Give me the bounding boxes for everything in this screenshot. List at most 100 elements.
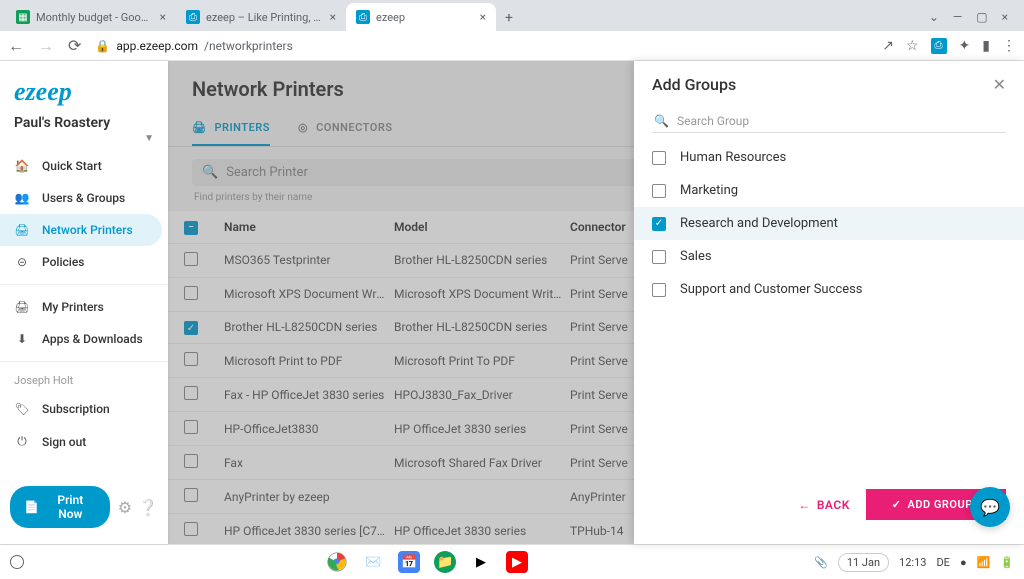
search-icon: 🔍 — [654, 114, 669, 128]
calendar-icon[interactable]: 📅 — [398, 551, 420, 573]
sidebar-item-users-groups[interactable]: 👥 Users & Groups — [0, 182, 168, 214]
users-icon: 👥 — [14, 191, 30, 205]
share-icon[interactable]: ↗ — [882, 38, 894, 54]
chat-icon: 💬 — [980, 498, 1000, 517]
close-icon[interactable]: × — [1002, 10, 1008, 24]
printer-icon: 🖨 — [14, 223, 30, 237]
taskbar-date[interactable]: 11 Jan — [838, 553, 889, 572]
play-store-icon[interactable]: ▶ — [470, 551, 492, 573]
chat-bubble[interactable]: 💬 — [970, 487, 1010, 527]
logo: ezeep — [0, 69, 168, 111]
sidebar-item-label: Sign out — [42, 435, 86, 449]
arrow-left-icon: ← — [798, 498, 811, 512]
divider — [0, 361, 168, 362]
back-label: BACK — [817, 498, 850, 512]
browser-tab-strip: ▦ Monthly budget - Google Sheets × ⎙ eze… — [0, 0, 1024, 31]
gmail-icon[interactable]: ✉️ — [362, 551, 384, 573]
home-icon: 🏠 — [14, 159, 30, 173]
close-icon[interactable]: ✕ — [993, 75, 1006, 94]
group-label: Human Resources — [680, 150, 786, 165]
tab-title: ezeep – Like Printing, Just Bette — [206, 11, 324, 24]
taskbar: ✉️ 📅 📁 ▶ ▶ 📎 11 Jan 12:13 DE ● 📶 🔋 — [0, 544, 1024, 579]
url-box[interactable]: 🔒 app.ezeep.com/networkprinters — [91, 39, 872, 53]
taskbar-lang[interactable]: DE — [936, 556, 949, 569]
battery-icon[interactable]: 🔋 — [1000, 556, 1014, 569]
close-icon[interactable]: × — [160, 10, 166, 24]
sidebar-item-policies[interactable]: ⊝ Policies — [0, 246, 168, 278]
lock-icon: 🔒 — [95, 39, 110, 53]
org-dropdown[interactable]: ▼ — [0, 133, 168, 150]
group-item[interactable]: ✓Research and Development — [634, 207, 1024, 240]
group-checkbox[interactable]: ✓ — [652, 217, 666, 231]
files-icon[interactable]: 📁 — [434, 551, 456, 573]
sidebar-item-network-printers[interactable]: 🖨 Network Printers — [0, 214, 162, 246]
sheets-favicon: ▦ — [16, 10, 30, 24]
group-search-input[interactable]: 🔍 Search Group — [652, 110, 1006, 133]
close-icon[interactable]: × — [480, 10, 486, 24]
reload-icon[interactable]: ⟳ — [68, 36, 81, 55]
close-icon[interactable]: × — [330, 10, 336, 24]
sidebar-item-label: Users & Groups — [42, 191, 125, 205]
sidebar-item-label: Network Printers — [42, 223, 133, 237]
check-icon: ✓ — [892, 498, 902, 511]
download-icon: ⬇ — [14, 332, 30, 346]
group-checkbox[interactable] — [652, 151, 666, 165]
group-label: Sales — [680, 249, 712, 264]
divider — [0, 284, 168, 285]
gear-icon[interactable]: ⚙ — [118, 498, 132, 517]
printer-icon: 🖨 — [14, 300, 30, 314]
new-tab-button[interactable]: + — [496, 5, 522, 31]
tab-title: ezeep — [376, 11, 474, 24]
user-name-label: Joseph Holt — [0, 368, 168, 393]
bookmarks-icon[interactable]: ▮ — [982, 38, 990, 54]
help-icon[interactable]: ❔ — [138, 498, 158, 517]
sidebar-item-label: Subscription — [42, 402, 110, 416]
chrome-icon[interactable] — [326, 551, 348, 573]
url-host: app.ezeep.com — [116, 39, 198, 53]
toggle-icon: ⊝ — [14, 255, 30, 269]
sidebar: ezeep Paul's Roastery ▼ 🏠 Quick Start 👥 … — [0, 61, 168, 544]
forward-icon[interactable]: → — [38, 36, 54, 56]
back-button[interactable]: ← BACK — [798, 498, 849, 512]
puzzle-icon[interactable]: ✦ — [959, 38, 971, 54]
tray-icon[interactable]: 📎 — [814, 556, 828, 569]
sidebar-item-sign-out[interactable]: ⏻ Sign out — [0, 425, 168, 458]
group-item[interactable]: Human Resources — [634, 141, 1024, 174]
star-icon[interactable]: ☆ — [906, 38, 919, 54]
group-checkbox[interactable] — [652, 184, 666, 198]
ezeep-favicon: ⎙ — [356, 10, 370, 24]
browser-tab[interactable]: ▦ Monthly budget - Google Sheets × — [6, 3, 176, 31]
taskbar-time[interactable]: 12:13 — [899, 556, 926, 569]
extension-icon[interactable]: ⎙ — [931, 38, 947, 54]
launcher-icon[interactable] — [10, 555, 24, 569]
group-checkbox[interactable] — [652, 250, 666, 264]
chevron-down-icon[interactable]: ⌄ — [929, 10, 939, 24]
sidebar-item-label: My Printers — [42, 300, 104, 314]
group-item[interactable]: Support and Customer Success — [634, 273, 1024, 306]
sidebar-item-subscription[interactable]: 🏷 Subscription — [0, 393, 168, 425]
print-now-label: Print Now — [45, 493, 96, 521]
sidebar-item-my-printers[interactable]: 🖨 My Printers — [0, 291, 168, 323]
sidebar-item-quick-start[interactable]: 🏠 Quick Start — [0, 150, 168, 182]
group-item[interactable]: Sales — [634, 240, 1024, 273]
group-checkbox[interactable] — [652, 283, 666, 297]
print-now-button[interactable]: 📄 Print Now — [10, 486, 110, 528]
sidebar-item-label: Policies — [42, 255, 84, 269]
browser-tab-active[interactable]: ⎙ ezeep × — [346, 3, 496, 31]
browser-tab[interactable]: ⎙ ezeep – Like Printing, Just Bette × — [176, 3, 346, 31]
power-icon: ⏻ — [14, 434, 30, 449]
menu-icon[interactable]: ⋮ — [1002, 38, 1016, 54]
youtube-icon[interactable]: ▶ — [506, 551, 528, 573]
sidebar-item-label: Quick Start — [42, 159, 102, 173]
sidebar-item-apps-downloads[interactable]: ⬇ Apps & Downloads — [0, 323, 168, 355]
back-icon[interactable]: ← — [8, 36, 24, 56]
org-name: Paul's Roastery — [0, 111, 168, 133]
group-label: Support and Customer Success — [680, 282, 863, 297]
minimize-icon[interactable]: — — [953, 10, 962, 24]
tab-title: Monthly budget - Google Sheets — [36, 11, 154, 24]
search-placeholder: Search Group — [677, 114, 749, 128]
maximize-icon[interactable]: ▢ — [976, 10, 987, 24]
wifi-icon[interactable]: 📶 — [977, 556, 991, 569]
drawer-title: Add Groups — [652, 75, 736, 94]
group-item[interactable]: Marketing — [634, 174, 1024, 207]
